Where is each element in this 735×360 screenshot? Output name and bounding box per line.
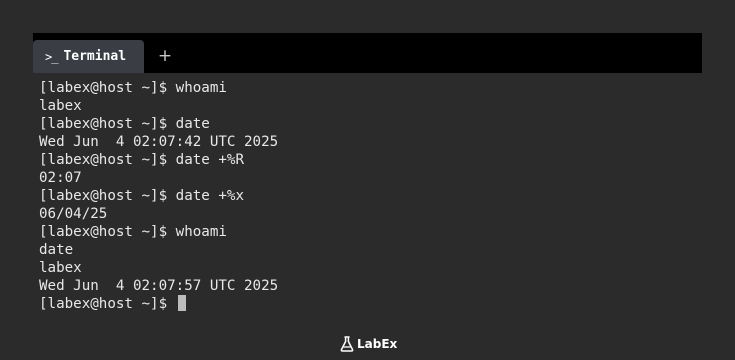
terminal-prompt: [labex@host ~]$: [39, 296, 176, 312]
tab-bar: >_ Terminal +: [33, 33, 702, 73]
terminal-line: 06/04/25: [39, 206, 108, 222]
terminal-line: labex: [39, 98, 82, 114]
terminal-window: >_ Terminal + [labex@host ~]$ whoami lab…: [33, 33, 702, 315]
terminal-input-line[interactable]: [labex@host ~]$: [39, 295, 694, 313]
logo-text: LabEx: [357, 337, 398, 351]
terminal-cursor: [177, 295, 186, 311]
terminal-line: [labex@host ~]$ date +%R: [39, 152, 244, 168]
terminal-line: labex: [39, 260, 82, 276]
terminal-line: 02:07: [39, 170, 82, 186]
terminal-line: [labex@host ~]$ date +%x: [39, 188, 244, 204]
flask-icon: [340, 336, 354, 352]
labex-logo: LabEx: [340, 335, 397, 353]
terminal-line: [labex@host ~]$ date: [39, 116, 210, 132]
tab-label: Terminal: [63, 49, 127, 64]
tab-terminal[interactable]: >_ Terminal: [33, 40, 144, 73]
terminal-prompt-icon: >_: [45, 49, 58, 64]
terminal-line: Wed Jun 4 02:07:42 UTC 2025: [39, 134, 279, 150]
new-tab-button[interactable]: +: [155, 45, 175, 67]
terminal-output[interactable]: [labex@host ~]$ whoami labex [labex@host…: [39, 79, 694, 313]
terminal-line: [labex@host ~]$ whoami: [39, 80, 227, 96]
terminal-line: Wed Jun 4 02:07:57 UTC 2025: [39, 278, 279, 294]
terminal-line: date: [39, 242, 74, 258]
terminal-line: [labex@host ~]$ whoami: [39, 224, 227, 240]
